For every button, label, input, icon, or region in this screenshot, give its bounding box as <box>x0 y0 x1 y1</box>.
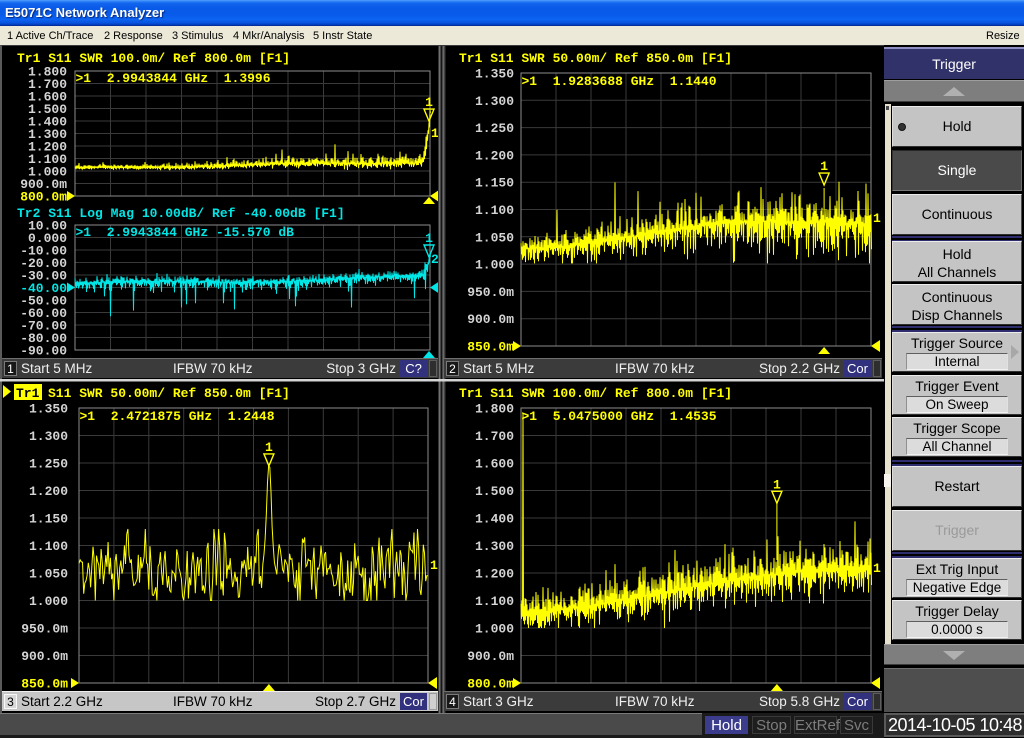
svg-text:1.700: 1.700 <box>475 429 514 444</box>
svg-text:1.350: 1.350 <box>29 402 68 417</box>
svg-text:1.300: 1.300 <box>29 429 68 444</box>
svg-text:1: 1 <box>873 211 881 226</box>
svg-text:1: 1 <box>425 231 433 246</box>
svg-text:1.300: 1.300 <box>475 539 514 554</box>
svg-text:1.000: 1.000 <box>29 594 68 609</box>
svg-text:1.500: 1.500 <box>475 484 514 499</box>
svg-text:1.300: 1.300 <box>475 94 514 109</box>
svg-text:1: 1 <box>425 95 433 110</box>
svg-text:>1 2.9943844 GHz -15.570 dB: >1 2.9943844 GHz -15.570 dB <box>76 225 295 240</box>
svg-text:1.100: 1.100 <box>475 203 514 218</box>
svg-text:1: 1 <box>431 126 439 141</box>
svg-text:1.350: 1.350 <box>475 67 514 82</box>
svg-text:1.150: 1.150 <box>475 176 514 191</box>
svg-text:1.200: 1.200 <box>475 567 514 582</box>
svg-text:1.000: 1.000 <box>475 622 514 637</box>
svg-text:950.0m: 950.0m <box>21 622 68 637</box>
svg-text:850.0m: 850.0m <box>467 340 514 355</box>
svg-text:>1 5.0475000 GHz 1.4535: >1 5.0475000 GHz 1.4535 <box>522 409 717 424</box>
svg-text:1: 1 <box>873 561 881 576</box>
svg-text:1: 1 <box>820 159 828 174</box>
svg-text:900.0m: 900.0m <box>467 312 514 327</box>
svg-text:S11 SWR 50.00m/ Ref 850.0m [F1: S11 SWR 50.00m/ Ref 850.0m [F1] <box>48 386 290 401</box>
svg-text:>1 1.9283688 GHz 1.1440: >1 1.9283688 GHz 1.1440 <box>522 74 717 89</box>
svg-text:2: 2 <box>431 252 439 267</box>
svg-text:1.050: 1.050 <box>29 567 68 582</box>
svg-text:1.250: 1.250 <box>475 121 514 136</box>
svg-text:>1 2.9943844 GHz 1.3996: >1 2.9943844 GHz 1.3996 <box>76 71 271 86</box>
svg-text:1.200: 1.200 <box>475 148 514 163</box>
svg-text:1.800: 1.800 <box>475 402 514 417</box>
svg-text:950.0m: 950.0m <box>467 285 514 300</box>
svg-text:1.200: 1.200 <box>29 484 68 499</box>
svg-text:1.600: 1.600 <box>475 457 514 472</box>
svg-text:Tr1 S11 SWR 50.00m/ Ref 850.0m: Tr1 S11 SWR 50.00m/ Ref 850.0m [F1] <box>459 51 732 66</box>
svg-text:1.250: 1.250 <box>29 457 68 472</box>
svg-text:1: 1 <box>430 558 438 573</box>
svg-text:900.0m: 900.0m <box>467 649 514 664</box>
svg-text:Tr1: Tr1 <box>16 386 40 401</box>
svg-text:1.100: 1.100 <box>29 539 68 554</box>
svg-text:800.0m: 800.0m <box>467 677 514 692</box>
svg-text:1: 1 <box>773 477 781 492</box>
svg-text:1.100: 1.100 <box>475 594 514 609</box>
svg-text:1.000: 1.000 <box>475 258 514 273</box>
svg-text:900.0m: 900.0m <box>21 649 68 664</box>
svg-text:1.150: 1.150 <box>29 512 68 527</box>
svg-text:Tr1 S11 SWR 100.0m/ Ref 800.0m: Tr1 S11 SWR 100.0m/ Ref 800.0m [F1] <box>459 386 732 401</box>
svg-text:1.400: 1.400 <box>475 512 514 527</box>
svg-text:>1 2.4721875 GHz 1.2448: >1 2.4721875 GHz 1.2448 <box>80 409 275 424</box>
svg-text:1.050: 1.050 <box>475 230 514 245</box>
svg-text:800.0m: 800.0m <box>20 190 67 205</box>
svg-text:-90.00: -90.00 <box>20 344 67 359</box>
svg-text:1: 1 <box>265 440 273 455</box>
svg-text:850.0m: 850.0m <box>21 677 68 692</box>
